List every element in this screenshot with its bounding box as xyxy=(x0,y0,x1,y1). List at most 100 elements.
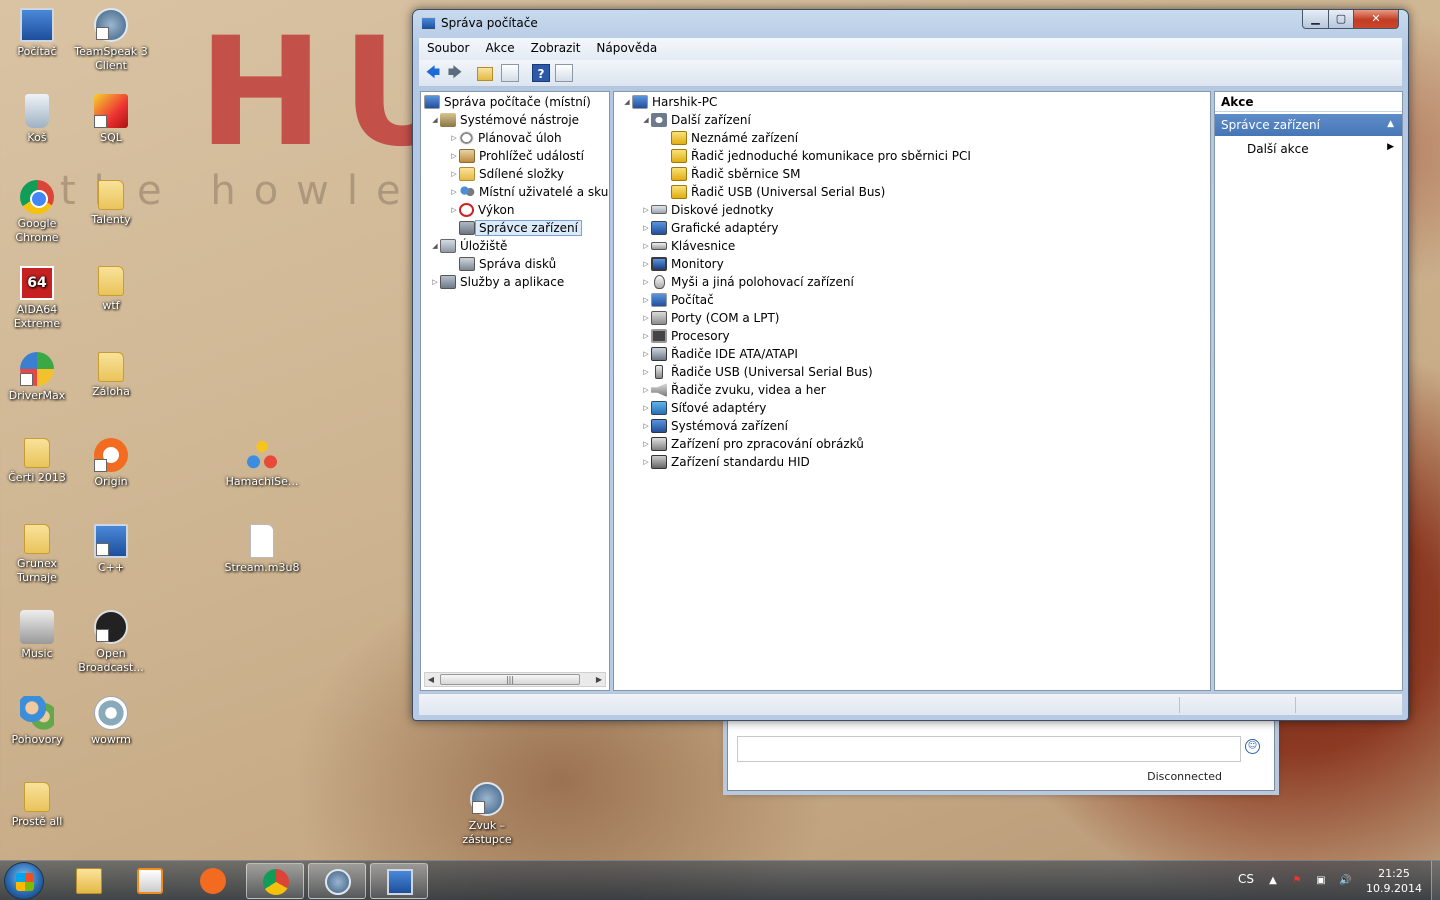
collapse-arrow-icon[interactable]: ◢ xyxy=(641,111,651,129)
device-other-devices[interactable]: ◢ Další zařízení xyxy=(641,111,751,129)
device-category-imaging[interactable]: ▷ Zařízení pro zpracování obrázků xyxy=(641,435,864,453)
desktop-icon-sql[interactable]: SQL xyxy=(72,94,150,145)
desktop-icon-teamspeak[interactable]: TeamSpeak 3 Client xyxy=(72,8,150,73)
device-category-display-adapters[interactable]: ▷ Grafické adaptéry xyxy=(641,219,779,237)
desktop-icon-cpp[interactable]: C++ xyxy=(72,524,150,575)
computer-management-window[interactable]: Správa počítače ▁ ▢ ✕ Soubor Akce Zobrazit… xyxy=(412,9,1409,721)
up-folder-icon[interactable] xyxy=(477,67,493,81)
tree-disk-management[interactable]: Správa disků xyxy=(459,255,556,273)
device-category-ports[interactable]: ▷ Porty (COM a LPT) xyxy=(641,309,779,327)
tree-storage[interactable]: ◢ Úložiště xyxy=(430,237,507,255)
tree-device-manager[interactable]: Správce zařízení xyxy=(459,219,582,237)
scroll-right-arrow-icon[interactable]: ▶ xyxy=(593,673,605,686)
desktop-icon-drivermax[interactable]: DriverMax xyxy=(0,352,76,403)
expand-arrow-icon[interactable]: ▷ xyxy=(449,165,459,183)
taskbar-explorer[interactable] xyxy=(60,863,118,899)
device-computer-root[interactable]: ◢ Harshik-PC xyxy=(622,93,717,111)
device-category-monitors[interactable]: ▷ Monitory xyxy=(641,255,724,273)
desktop-icon-wtf[interactable]: wtf xyxy=(72,266,150,313)
taskbar-origin[interactable] xyxy=(184,863,242,899)
tree-shared-folders[interactable]: ▷ Sdílené složky xyxy=(449,165,564,183)
start-button[interactable] xyxy=(4,862,44,900)
device-category-system[interactable]: ▷ Systémová zařízení xyxy=(641,417,788,435)
device-category-hid[interactable]: ▷ Zařízení standardu HID xyxy=(641,453,810,471)
forward-arrow-icon[interactable]: 🡆 xyxy=(446,64,464,82)
device-pci-controller[interactable]: Řadič jednoduché komunikace pro sběrnici… xyxy=(671,147,971,165)
back-arrow-icon[interactable]: 🡄 xyxy=(424,64,442,82)
scroll-left-arrow-icon[interactable]: ◀ xyxy=(425,673,437,686)
device-category-network[interactable]: ▷ Síťové adaptéry xyxy=(641,399,766,417)
tree-performance[interactable]: ▷ Výkon xyxy=(449,201,514,219)
menu-help[interactable]: Nápověda xyxy=(588,38,665,58)
close-button[interactable]: ✕ xyxy=(1353,10,1399,29)
show-desktop-button[interactable] xyxy=(1431,861,1440,900)
expand-arrow-icon[interactable]: ▷ xyxy=(641,363,651,381)
desktop-icon-wowrm[interactable]: wowrm xyxy=(72,696,150,747)
expand-arrow-icon[interactable]: ▷ xyxy=(641,291,651,309)
tree-root[interactable]: Správa počítače (místní) xyxy=(424,93,591,111)
show-hide-action-pane-icon[interactable] xyxy=(555,64,573,82)
desktop-icon-zaloha[interactable]: Záloha xyxy=(72,352,150,399)
menu-action[interactable]: Akce xyxy=(477,38,522,58)
tree-task-scheduler[interactable]: ▷ Plánovač úloh xyxy=(449,129,562,147)
device-category-processors[interactable]: ▷ Procesory xyxy=(641,327,730,345)
actions-section-device-manager[interactable]: Správce zařízení ▲ xyxy=(1215,114,1402,136)
collapse-arrow-icon[interactable]: ◢ xyxy=(430,111,440,129)
system-clock[interactable]: 21:25 10.9.2014 xyxy=(1364,866,1424,896)
expand-arrow-icon[interactable]: ▷ xyxy=(641,381,651,399)
collapse-arrow-icon[interactable]: ◢ xyxy=(430,237,440,255)
collapse-arrow-icon[interactable]: ◢ xyxy=(622,93,632,111)
desktop-icon-aida64[interactable]: 64 AIDA64 Extreme xyxy=(0,266,76,331)
expand-arrow-icon[interactable]: ▷ xyxy=(641,255,651,273)
expand-arrow-icon[interactable]: ▷ xyxy=(449,183,459,201)
tree-services[interactable]: ▷ Služby a aplikace xyxy=(430,273,564,291)
device-unknown[interactable]: Neznámé zařízení xyxy=(671,129,798,147)
expand-arrow-icon[interactable]: ▷ xyxy=(641,273,651,291)
desktop-icon-stream[interactable]: Stream.m3u8 xyxy=(223,524,301,575)
menu-file[interactable]: Soubor xyxy=(419,38,477,58)
show-hidden-icons-icon[interactable]: ▲ xyxy=(1267,875,1279,887)
language-indicator[interactable]: CS xyxy=(1238,872,1254,900)
taskbar-media-player[interactable] xyxy=(121,863,179,899)
action-center-flag-icon[interactable]: ⚑ xyxy=(1291,875,1303,887)
tree-local-users[interactable]: ▷ Místní uživatelé a skupiny xyxy=(449,183,609,201)
horizontal-scrollbar[interactable]: ◀ ||| ▶ xyxy=(424,672,606,687)
desktop-icon-pohovory[interactable]: Pohovory xyxy=(0,696,76,747)
volume-icon[interactable]: 🔊 xyxy=(1339,875,1351,887)
desktop-icon-chrome[interactable]: Google Chrome xyxy=(0,180,76,245)
desktop-icon-hamachi[interactable]: HamachiSe... xyxy=(223,438,301,489)
expand-arrow-icon[interactable]: ▷ xyxy=(449,201,459,219)
taskbar-chrome[interactable] xyxy=(246,863,304,899)
device-category-mice[interactable]: ▷ Myši a jiná polohovací zařízení xyxy=(641,273,854,291)
expand-arrow-icon[interactable]: ▷ xyxy=(641,345,651,363)
desktop-icon-zvuk[interactable]: Zvuk – zástupce xyxy=(448,782,526,847)
tree-event-viewer[interactable]: ▷ Prohlížeč událostí xyxy=(449,147,584,165)
taskbar-teamspeak[interactable] xyxy=(308,863,366,899)
emoticon-icon[interactable]: ☺ xyxy=(1245,739,1260,754)
expand-arrow-icon[interactable]: ▷ xyxy=(430,273,440,291)
desktop-icon-recycle-bin[interactable]: Koš xyxy=(0,94,76,145)
expand-arrow-icon[interactable]: ▷ xyxy=(641,219,651,237)
desktop-icon-computer[interactable]: Počítač xyxy=(0,8,76,59)
expand-arrow-icon[interactable]: ▷ xyxy=(641,453,651,471)
device-category-ide[interactable]: ▷ Řadiče IDE ATA/ATAPI xyxy=(641,345,798,363)
title-bar[interactable]: Správa počítače ▁ ▢ ✕ xyxy=(413,10,1408,38)
device-category-disk-drives[interactable]: ▷ Diskové jednotky xyxy=(641,201,773,219)
more-actions-item[interactable]: Další akce xyxy=(1247,142,1309,156)
scrollbar-thumb[interactable]: ||| xyxy=(440,674,580,685)
expand-arrow-icon[interactable]: ▷ xyxy=(641,237,651,255)
device-sm-bus[interactable]: Řadič sběrnice SM xyxy=(671,165,800,183)
device-category-computer[interactable]: ▷ Počítač xyxy=(641,291,714,309)
device-usb-controller[interactable]: Řadič USB (Universal Serial Bus) xyxy=(671,183,885,201)
expand-arrow-icon[interactable]: ▷ xyxy=(641,327,651,345)
expand-arrow-icon[interactable]: ▷ xyxy=(641,435,651,453)
desktop-icon-talenty[interactable]: Talenty xyxy=(72,180,150,227)
device-category-usb[interactable]: ▷ Řadiče USB (Universal Serial Bus) xyxy=(641,363,873,381)
expand-arrow-icon[interactable]: ▷ xyxy=(641,201,651,219)
collapse-up-icon[interactable]: ▲ xyxy=(1387,119,1394,129)
show-hide-tree-icon[interactable] xyxy=(501,64,519,82)
desktop-icon-grunex[interactable]: Grunex Turnaje xyxy=(0,524,76,585)
chat-message-input[interactable] xyxy=(737,736,1241,762)
device-category-sound[interactable]: ▷ Řadiče zvuku, videa a her xyxy=(641,381,826,399)
desktop-icon-proste-all[interactable]: Prostě all xyxy=(0,782,76,829)
